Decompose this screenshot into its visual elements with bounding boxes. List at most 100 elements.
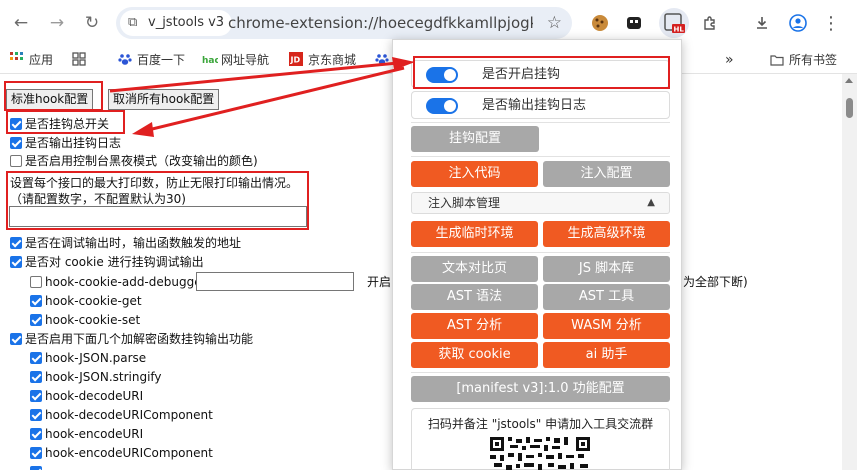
option-label: hook-encodeURI [45, 427, 144, 441]
bookmark-apps-label: 应用 [29, 53, 54, 67]
script-manage-label: 注入脚本管理 [428, 196, 501, 210]
highlight-box-master [6, 110, 125, 134]
bookmark-jd[interactable]: JD 京东商城 [289, 46, 356, 74]
highlight-box-standard [4, 81, 103, 111]
option-cookie-get[interactable]: hook-cookie-get [30, 292, 142, 310]
divider [411, 252, 670, 253]
hook-config-button[interactable]: 挂钩配置 [411, 126, 539, 152]
checkbox-checked-icon[interactable] [30, 371, 42, 383]
option-cookie-hook[interactable]: 是否对 cookie 进行挂钩调试输出 [10, 253, 204, 271]
option-hook-decodeuricomponent[interactable]: hook-decodeURIComponent [30, 406, 213, 424]
ghost-extension-icon[interactable] [621, 10, 647, 36]
option-hook-decodeuri[interactable]: hook-decodeURI [30, 387, 143, 405]
svg-text:JD: JD [290, 56, 301, 65]
checkbox-checked-icon[interactable] [30, 314, 42, 326]
bookmark-apps[interactable]: 应用 [10, 46, 53, 74]
bookmark-baidu[interactable]: 百度一下 [118, 46, 185, 74]
option-label: 是否启用下面几个加解密函数挂钩输出功能 [25, 332, 254, 346]
cancel-all-hook-config-button[interactable]: 取消所有hook配置 [108, 89, 220, 110]
option-hook-log[interactable]: 是否输出挂钩日志 [10, 134, 121, 152]
page-scrollbar[interactable] [842, 74, 857, 470]
site-chip-label: v_jstools v3 [148, 15, 225, 30]
cookie-side-note: 为全部下断) [683, 275, 748, 289]
ast-analyze-button[interactable]: AST 分析 [411, 313, 538, 339]
url-text[interactable]: chrome-extension://hoecegdfkkamllpjogk..… [228, 7, 533, 39]
wasm-analyze-button[interactable]: WASM 分析 [543, 313, 670, 339]
checkbox-checked-icon[interactable] [30, 447, 42, 459]
js-library-button[interactable]: JS 脚本库 [543, 256, 670, 282]
cookie-extension-icon[interactable] [587, 10, 613, 36]
checkbox-checked-icon[interactable] [10, 237, 22, 249]
script-manage-collapsible[interactable]: 注入脚本管理 ▲ [411, 192, 670, 214]
profile-avatar-icon[interactable] [785, 10, 811, 36]
option-dark-mode[interactable]: 是否启用控制台黑夜模式（改变输出的颜色) [10, 152, 258, 170]
option-label: hook-cookie-set [45, 313, 141, 327]
checkbox-checked-icon[interactable] [10, 333, 22, 345]
get-cookie-button[interactable]: 获取 cookie [411, 342, 538, 368]
browser-window: ← → ↻ ⧉ v_jstools v3 chrome-extension://… [0, 0, 857, 470]
scrollbar-thumb[interactable] [846, 98, 853, 118]
site-info-chip[interactable]: ⧉ v_jstools v3 [120, 10, 233, 36]
option-label: hook-decodeURIComponent [45, 408, 213, 422]
extension-popup: 是否开启挂钩 是否输出挂钩日志 挂钩配置 注入代码 注入配置 注入脚本管理 ▲ … [392, 39, 682, 470]
baidu-paw-icon [118, 48, 132, 65]
gen-adv-env-button[interactable]: 生成高级环境 [543, 221, 670, 247]
checkbox-checked-icon[interactable] [30, 409, 42, 421]
jstools-extension-icon[interactable]: HL [659, 8, 689, 38]
red-arrow-head-icon [132, 122, 154, 137]
checkbox-checked-icon[interactable] [30, 295, 42, 307]
bookmarks-overflow[interactable]: » [725, 46, 734, 74]
checkbox-checked-icon[interactable] [30, 390, 42, 402]
checkbox-checked-icon[interactable] [10, 256, 22, 268]
ast-tool-button[interactable]: AST 工具 [543, 284, 670, 310]
checkbox-unchecked-icon[interactable] [30, 276, 42, 288]
checkbox-checked-icon[interactable] [30, 352, 42, 364]
option-label: 是否对 cookie 进行挂钩调试输出 [25, 255, 204, 269]
extensions-puzzle-icon[interactable] [697, 10, 723, 36]
cookie-debugger-input[interactable] [196, 272, 354, 291]
inject-config-button[interactable]: 注入配置 [543, 161, 670, 187]
grid-icon[interactable] [72, 46, 86, 74]
option-hook-json-parse[interactable]: hook-JSON.parse [30, 349, 146, 367]
text-compare-button[interactable]: 文本对比页 [411, 256, 538, 282]
back-arrow-icon[interactable]: ← [8, 10, 34, 36]
checkbox-checked-icon[interactable] [10, 137, 22, 149]
option-debug-address[interactable]: 是否在调试输出时，输出函数触发的地址 [10, 234, 241, 252]
checkbox-checked-icon[interactable] [30, 428, 42, 440]
inject-code-button[interactable]: 注入代码 [411, 161, 538, 187]
option-hook-encodeuricomponent[interactable]: hook-encodeURIComponent [30, 444, 213, 462]
all-bookmarks[interactable]: 所有书签 [770, 46, 837, 74]
baidu-paw-icon[interactable] [375, 46, 389, 74]
toggle-hook-log[interactable]: 是否输出挂钩日志 [411, 91, 670, 119]
ast-syntax-button[interactable]: AST 语法 [411, 284, 538, 310]
svg-text:hao: hao [202, 56, 218, 66]
option-hook-partial[interactable] [30, 463, 45, 470]
option-label: 是否启用控制台黑夜模式（改变输出的颜色) [25, 154, 258, 168]
option-hook-encodeuri[interactable]: hook-encodeURI [30, 425, 143, 443]
scroll-up-arrow-icon[interactable] [845, 78, 853, 83]
print-limit-input[interactable] [9, 206, 307, 227]
gen-temp-env-button[interactable]: 生成临时环境 [411, 221, 538, 247]
ai-assistant-button[interactable]: ai 助手 [543, 342, 670, 368]
jd-icon: JD [289, 48, 303, 66]
address-bar[interactable]: ⧉ v_jstools v3 chrome-extension://hoeceg… [116, 7, 572, 39]
manifest-config-button[interactable]: [manifest v3]:1.0 功能配置 [411, 376, 670, 402]
toggle-switch-on[interactable] [426, 98, 458, 114]
bookmark-baidu-label: 百度一下 [137, 53, 186, 67]
apps-grid-icon [10, 48, 24, 62]
option-hook-json-stringify[interactable]: hook-JSON.stringify [30, 368, 162, 386]
bookmark-hao123[interactable]: hao 网址导航 [202, 46, 269, 74]
option-cookie-add-debugger[interactable]: hook-cookie-add-debugger [30, 273, 207, 291]
menu-kebab-icon[interactable]: ⋮ [818, 10, 844, 36]
reload-icon[interactable]: ↻ [79, 10, 105, 36]
checkbox-checked-icon[interactable] [30, 466, 42, 470]
download-icon[interactable] [749, 10, 775, 36]
bookmark-hao123-label: 网址导航 [221, 53, 270, 67]
bookmark-star-icon[interactable]: ☆ [547, 7, 562, 39]
print-limit-hint: （请配置数字，不配置默认为30) [10, 192, 186, 206]
option-cookie-set[interactable]: hook-cookie-set [30, 311, 140, 329]
option-decode-hooks[interactable]: 是否启用下面几个加解密函数挂钩输出功能 [10, 330, 253, 348]
forward-arrow-icon[interactable]: → [44, 10, 70, 36]
checkbox-unchecked-icon[interactable] [10, 155, 22, 167]
option-label: hook-decodeURI [45, 389, 144, 403]
